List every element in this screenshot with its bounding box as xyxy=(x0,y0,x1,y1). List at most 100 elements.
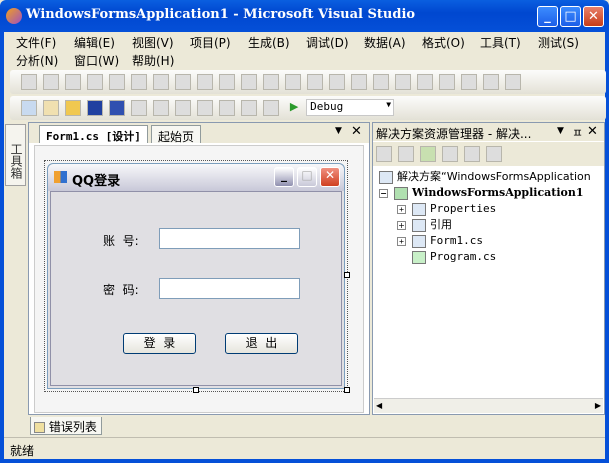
refresh-icon[interactable] xyxy=(420,146,436,162)
resize-handle-bottom[interactable] xyxy=(193,387,199,393)
view-designer-icon[interactable] xyxy=(464,146,480,162)
menu-data[interactable]: 数据(A) xyxy=(364,34,406,52)
error-list-label: 错误列表 xyxy=(48,420,97,434)
navigate-forward-icon[interactable] xyxy=(263,100,279,116)
tree-solution[interactable]: 解决方案“WindowsFormsApplication xyxy=(379,169,605,185)
menu-project[interactable]: 项目(P) xyxy=(190,34,231,52)
menu-file[interactable]: 文件(F) xyxy=(16,34,56,52)
tree-project[interactable]: − WindowsFormsApplication1 xyxy=(379,185,605,201)
tree-form1[interactable]: + Form1.cs xyxy=(379,233,605,249)
align-left-icon[interactable] xyxy=(43,74,59,90)
close-button[interactable]: ✕ xyxy=(583,6,604,27)
tab-error-list[interactable]: 错误列表 xyxy=(30,417,102,435)
cut-icon[interactable] xyxy=(131,100,147,116)
tab-start-page[interactable]: 起始页 xyxy=(151,125,202,144)
menu-analyze[interactable]: 分析(N) xyxy=(16,52,58,70)
align-center-icon[interactable] xyxy=(65,74,81,90)
align-middle-icon[interactable] xyxy=(131,74,147,90)
folder-icon xyxy=(412,202,426,216)
bring-front-icon[interactable] xyxy=(483,74,499,90)
menu-help[interactable]: 帮助(H) xyxy=(132,52,174,70)
minimize-button[interactable]: _ xyxy=(537,6,558,27)
vspacing-remove-icon[interactable] xyxy=(417,74,433,90)
tab-form1-design[interactable]: Form1.cs [设计] xyxy=(39,125,148,143)
hspacing-remove-icon[interactable] xyxy=(329,74,345,90)
error-list-icon xyxy=(34,422,45,433)
show-all-files-icon[interactable] xyxy=(398,146,414,162)
tree-properties[interactable]: + Properties xyxy=(379,201,605,217)
vs-logo-icon xyxy=(6,8,22,24)
expand-icon[interactable]: + xyxy=(397,236,406,246)
collapse-icon[interactable]: − xyxy=(379,188,388,198)
copy-icon[interactable] xyxy=(153,100,169,116)
menu-format[interactable]: 格式(O) xyxy=(422,34,465,52)
resize-handle-corner[interactable] xyxy=(344,387,350,393)
horizontal-scrollbar[interactable]: ◀ ▶ xyxy=(374,398,603,413)
form-maximize-button[interactable]: □ xyxy=(297,167,317,187)
same-width-icon[interactable] xyxy=(175,74,191,90)
hspacing-dec-icon[interactable] xyxy=(307,74,323,90)
tree-label: Program.cs xyxy=(430,250,497,263)
login-button[interactable]: 登 录 xyxy=(123,333,196,354)
same-size-icon[interactable] xyxy=(241,74,257,90)
menu-view[interactable]: 视图(V) xyxy=(132,34,174,52)
menu-tools[interactable]: 工具(T) xyxy=(480,34,521,52)
menu-build[interactable]: 生成(B) xyxy=(248,34,290,52)
password-input[interactable] xyxy=(159,278,300,299)
tree-label: Form1.cs xyxy=(430,234,483,247)
expand-icon[interactable]: + xyxy=(397,204,406,214)
solution-icon xyxy=(379,170,393,184)
same-height-icon[interactable] xyxy=(197,74,213,90)
vspacing-inc-icon[interactable] xyxy=(373,74,389,90)
tree-label: 解决方案“WindowsFormsApplication xyxy=(397,170,591,183)
resize-handle-right[interactable] xyxy=(344,272,350,278)
toolbox-tab[interactable]: 工具箱 xyxy=(5,124,26,186)
send-back-icon[interactable] xyxy=(505,74,521,90)
config-select[interactable]: Debug ▼ xyxy=(306,99,395,116)
save-all-icon[interactable] xyxy=(109,100,125,116)
hspacing-icon[interactable] xyxy=(263,74,279,90)
properties-icon[interactable] xyxy=(376,146,392,162)
account-input[interactable] xyxy=(159,228,300,249)
vspacing-icon[interactable] xyxy=(351,74,367,90)
vspacing-dec-icon[interactable] xyxy=(395,74,411,90)
center-v-icon[interactable] xyxy=(461,74,477,90)
align-icon[interactable] xyxy=(21,74,37,90)
close-tab-icon[interactable]: ✕ xyxy=(351,124,362,139)
menu-edit[interactable]: 编辑(E) xyxy=(74,34,115,52)
account-label: 账 号: xyxy=(103,234,139,248)
menu-window[interactable]: 窗口(W) xyxy=(74,52,119,70)
dropdown-icon[interactable]: ▼ xyxy=(557,126,564,136)
paste-icon[interactable] xyxy=(175,100,191,116)
align-right-icon[interactable] xyxy=(87,74,103,90)
undo-icon[interactable] xyxy=(197,100,213,116)
close-panel-icon[interactable]: ✕ xyxy=(587,124,598,139)
add-item-icon[interactable] xyxy=(43,100,59,116)
form-minimize-button[interactable]: _ xyxy=(274,167,294,187)
expand-icon[interactable]: + xyxy=(397,220,406,230)
exit-button[interactable]: 退 出 xyxy=(225,333,298,354)
menu-debug[interactable]: 调试(D) xyxy=(306,34,349,52)
class-diagram-icon[interactable] xyxy=(486,146,502,162)
view-code-icon[interactable] xyxy=(442,146,458,162)
open-icon[interactable] xyxy=(65,100,81,116)
tree-references[interactable]: + 引用 xyxy=(379,217,605,233)
maximize-button[interactable]: □ xyxy=(560,6,581,27)
center-h-icon[interactable] xyxy=(439,74,455,90)
redo-icon[interactable] xyxy=(219,100,235,116)
align-top-icon[interactable] xyxy=(109,74,125,90)
start-debug-icon[interactable]: ▶ xyxy=(290,100,298,113)
size-grid-icon[interactable] xyxy=(219,74,235,90)
form-qq-login[interactable]: QQ登录 _ □ ✕ 账 号: 密 码: 登 录 退 出 xyxy=(47,163,345,389)
save-icon[interactable] xyxy=(87,100,103,116)
menu-test[interactable]: 测试(S) xyxy=(538,34,579,52)
align-bottom-icon[interactable] xyxy=(153,74,169,90)
hspacing-inc-icon[interactable] xyxy=(285,74,301,90)
form-close-button[interactable]: ✕ xyxy=(320,167,340,187)
new-project-icon[interactable] xyxy=(21,100,37,116)
navigate-back-icon[interactable] xyxy=(241,100,257,116)
pin-icon[interactable]: ㅍ xyxy=(572,124,583,141)
solution-explorer-header: 解决方案资源管理器 - 解决... ▼ ㅍ ✕ xyxy=(373,123,604,141)
tree-program[interactable]: Program.cs xyxy=(379,249,605,265)
window-list-icon[interactable]: ▼ xyxy=(335,126,342,136)
